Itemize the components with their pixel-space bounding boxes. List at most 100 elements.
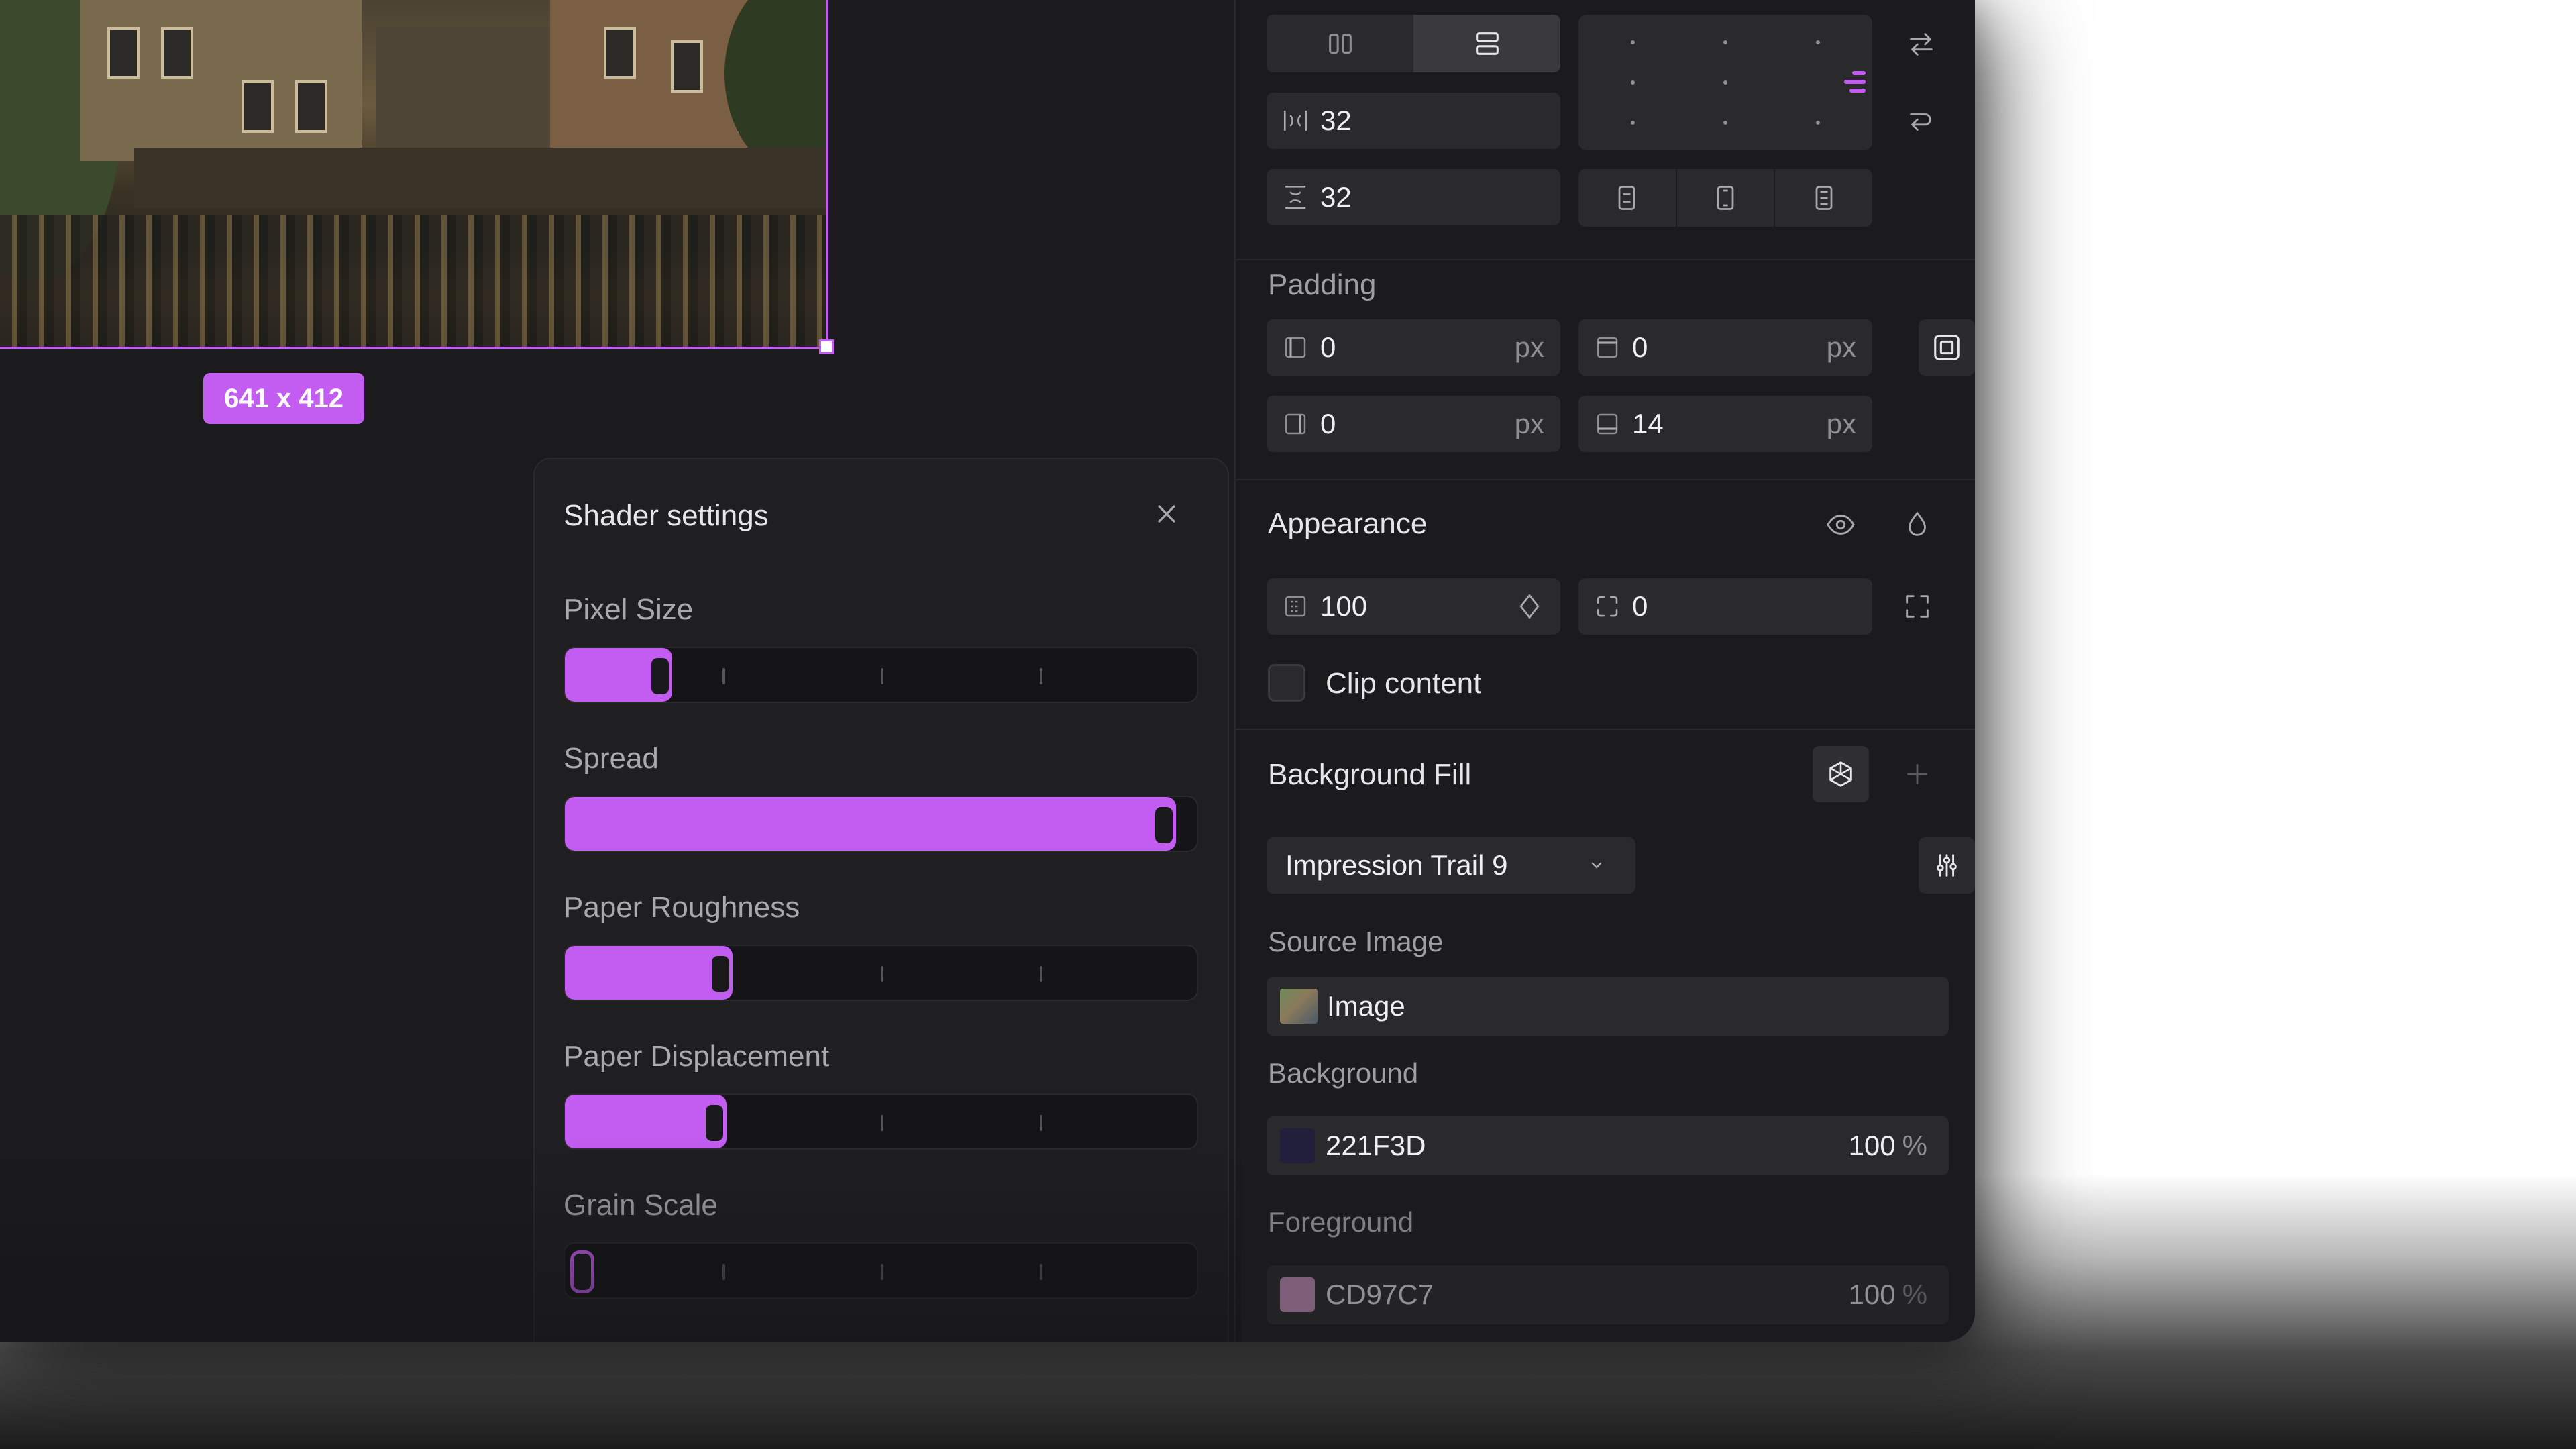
foreground-color-label: Foreground <box>1268 1206 1414 1238</box>
slider-fill <box>565 946 733 1000</box>
slider-label: Paper Roughness <box>564 891 800 924</box>
slider-tick <box>881 1115 883 1131</box>
slider-tick <box>722 1264 725 1280</box>
rows-icon <box>1475 32 1499 55</box>
alignment-grid[interactable] <box>1578 15 1872 150</box>
pixel-size-slider[interactable] <box>564 647 1198 703</box>
image-thumbnail <box>1280 989 1318 1024</box>
fixed-size-icon <box>1618 186 1635 210</box>
background-opacity: 100 <box>1848 1130 1896 1161</box>
drop-icon[interactable] <box>1889 496 1945 553</box>
grain-scale-slider[interactable] <box>564 1242 1198 1299</box>
selection-outline-bottom <box>0 347 828 349</box>
percent-sign: % <box>1902 1279 1927 1310</box>
add-icon[interactable] <box>1889 746 1945 802</box>
divider <box>1236 259 1975 260</box>
slider-thumb[interactable] <box>708 953 733 996</box>
padding-right-icon <box>1285 413 1306 435</box>
background-swatch[interactable] <box>1280 1128 1315 1163</box>
vertical-direction-button[interactable] <box>1413 15 1560 72</box>
background-color-label: Background <box>1268 1057 1419 1089</box>
eye-icon[interactable] <box>1813 496 1869 553</box>
fill-size-button[interactable] <box>1775 169 1872 227</box>
chevron-down-icon <box>1591 862 1602 869</box>
padding-left-field[interactable]: 0 px <box>1267 319 1560 376</box>
hug-size-icon <box>1717 186 1734 210</box>
horizontal-gap-icon <box>1283 110 1307 131</box>
horizontal-gap-field[interactable]: 32 <box>1267 93 1560 149</box>
horizontal-gap-value: 32 <box>1320 105 1352 136</box>
size-badge: 641 x 412 <box>203 373 364 424</box>
selection-outline-right <box>826 0 828 349</box>
foreground-swatch[interactable] <box>1280 1277 1315 1312</box>
slider-label: Grain Scale <box>564 1189 718 1222</box>
padding-right-value: 0 <box>1320 408 1336 439</box>
unit-label: px <box>1514 331 1544 363</box>
wrap-icon[interactable] <box>1893 94 1949 150</box>
slider-tick <box>1039 1264 1042 1280</box>
horizontal-direction-button[interactable] <box>1267 15 1413 72</box>
padding-bottom-field[interactable]: 14 px <box>1578 396 1872 452</box>
align-right-center-icon <box>1844 71 1866 94</box>
padding-mode-icon <box>1934 335 1960 360</box>
vertical-gap-field[interactable]: 32 <box>1267 169 1560 225</box>
shader-icon[interactable] <box>1813 746 1869 802</box>
shader-settings-panel: Shader settings Pixel Size Spread Paper … <box>533 458 1229 1342</box>
sliders-icon <box>1937 854 1957 877</box>
slider-tick <box>881 668 883 684</box>
fill-preset-value: Impression Trail 9 <box>1285 849 1508 881</box>
foreground-hex: CD97C7 <box>1326 1279 1434 1310</box>
panel-title: Shader settings <box>564 499 769 532</box>
padding-top-field[interactable]: 0 px <box>1578 319 1872 376</box>
divider <box>1236 479 1975 480</box>
individual-padding-button[interactable] <box>1919 319 1975 376</box>
slider-label: Pixel Size <box>564 593 694 626</box>
background-hex: 221F3D <box>1326 1130 1426 1161</box>
opacity-icon <box>1285 596 1306 617</box>
slider-thumb[interactable] <box>1152 804 1177 847</box>
background-color-field[interactable]: 221F3D 100 % <box>1267 1116 1949 1175</box>
hug-size-button[interactable] <box>1677 169 1776 227</box>
app-window: 641 x 412 Shader settings Pixel Size Spr… <box>0 0 1975 1342</box>
source-image-value: Image <box>1327 990 1405 1022</box>
foreground-color-field[interactable]: CD97C7 100 % <box>1267 1265 1949 1324</box>
unit-label: px <box>1826 331 1856 363</box>
padding-left-icon <box>1285 337 1306 358</box>
paper-displacement-slider[interactable] <box>564 1093 1198 1150</box>
slider-label: Paper Displacement <box>564 1040 830 1073</box>
clip-content-label: Clip content <box>1326 667 1482 700</box>
background-fill-title: Background Fill <box>1268 758 1472 791</box>
resize-handle[interactable] <box>819 339 834 354</box>
spread-slider[interactable] <box>564 796 1198 852</box>
slider-thumb[interactable] <box>570 1250 594 1293</box>
expand-corners-icon[interactable] <box>1889 578 1945 635</box>
slider-fill <box>565 797 1177 851</box>
fixed-size-button[interactable] <box>1578 169 1677 227</box>
slider-thumb[interactable] <box>648 655 673 698</box>
swap-icon[interactable] <box>1893 16 1949 72</box>
slider-tick <box>1039 668 1042 684</box>
canvas-selected-image[interactable] <box>0 0 828 349</box>
percent-sign: % <box>1902 1130 1927 1161</box>
corner-radius-field[interactable]: 0 <box>1578 578 1872 635</box>
fill-preset-dropdown[interactable]: Impression Trail 9 <box>1267 837 1635 894</box>
corner-radius-icon <box>1597 596 1618 617</box>
corner-radius-value: 0 <box>1632 590 1648 622</box>
source-image-field[interactable]: Image <box>1267 977 1949 1036</box>
opacity-field[interactable]: 100 <box>1267 578 1560 635</box>
slider-tick <box>1039 966 1042 982</box>
source-image-label: Source Image <box>1268 926 1444 957</box>
clip-content-checkbox[interactable] <box>1268 664 1305 702</box>
slider-thumb[interactable] <box>702 1102 727 1144</box>
slider-tick <box>881 1264 883 1280</box>
paper-roughness-slider[interactable] <box>564 945 1198 1001</box>
padding-left-value: 0 <box>1320 331 1336 363</box>
adjustments-button[interactable] <box>1919 837 1975 894</box>
padding-right-field[interactable]: 0 px <box>1267 396 1560 452</box>
unit-label: px <box>1514 408 1544 439</box>
vertical-gap-value: 32 <box>1320 181 1352 213</box>
unit-label: px <box>1826 408 1856 439</box>
close-icon[interactable] <box>1152 499 1181 529</box>
keyframe-diamond-icon[interactable] <box>1515 592 1544 621</box>
divider <box>1236 729 1975 730</box>
